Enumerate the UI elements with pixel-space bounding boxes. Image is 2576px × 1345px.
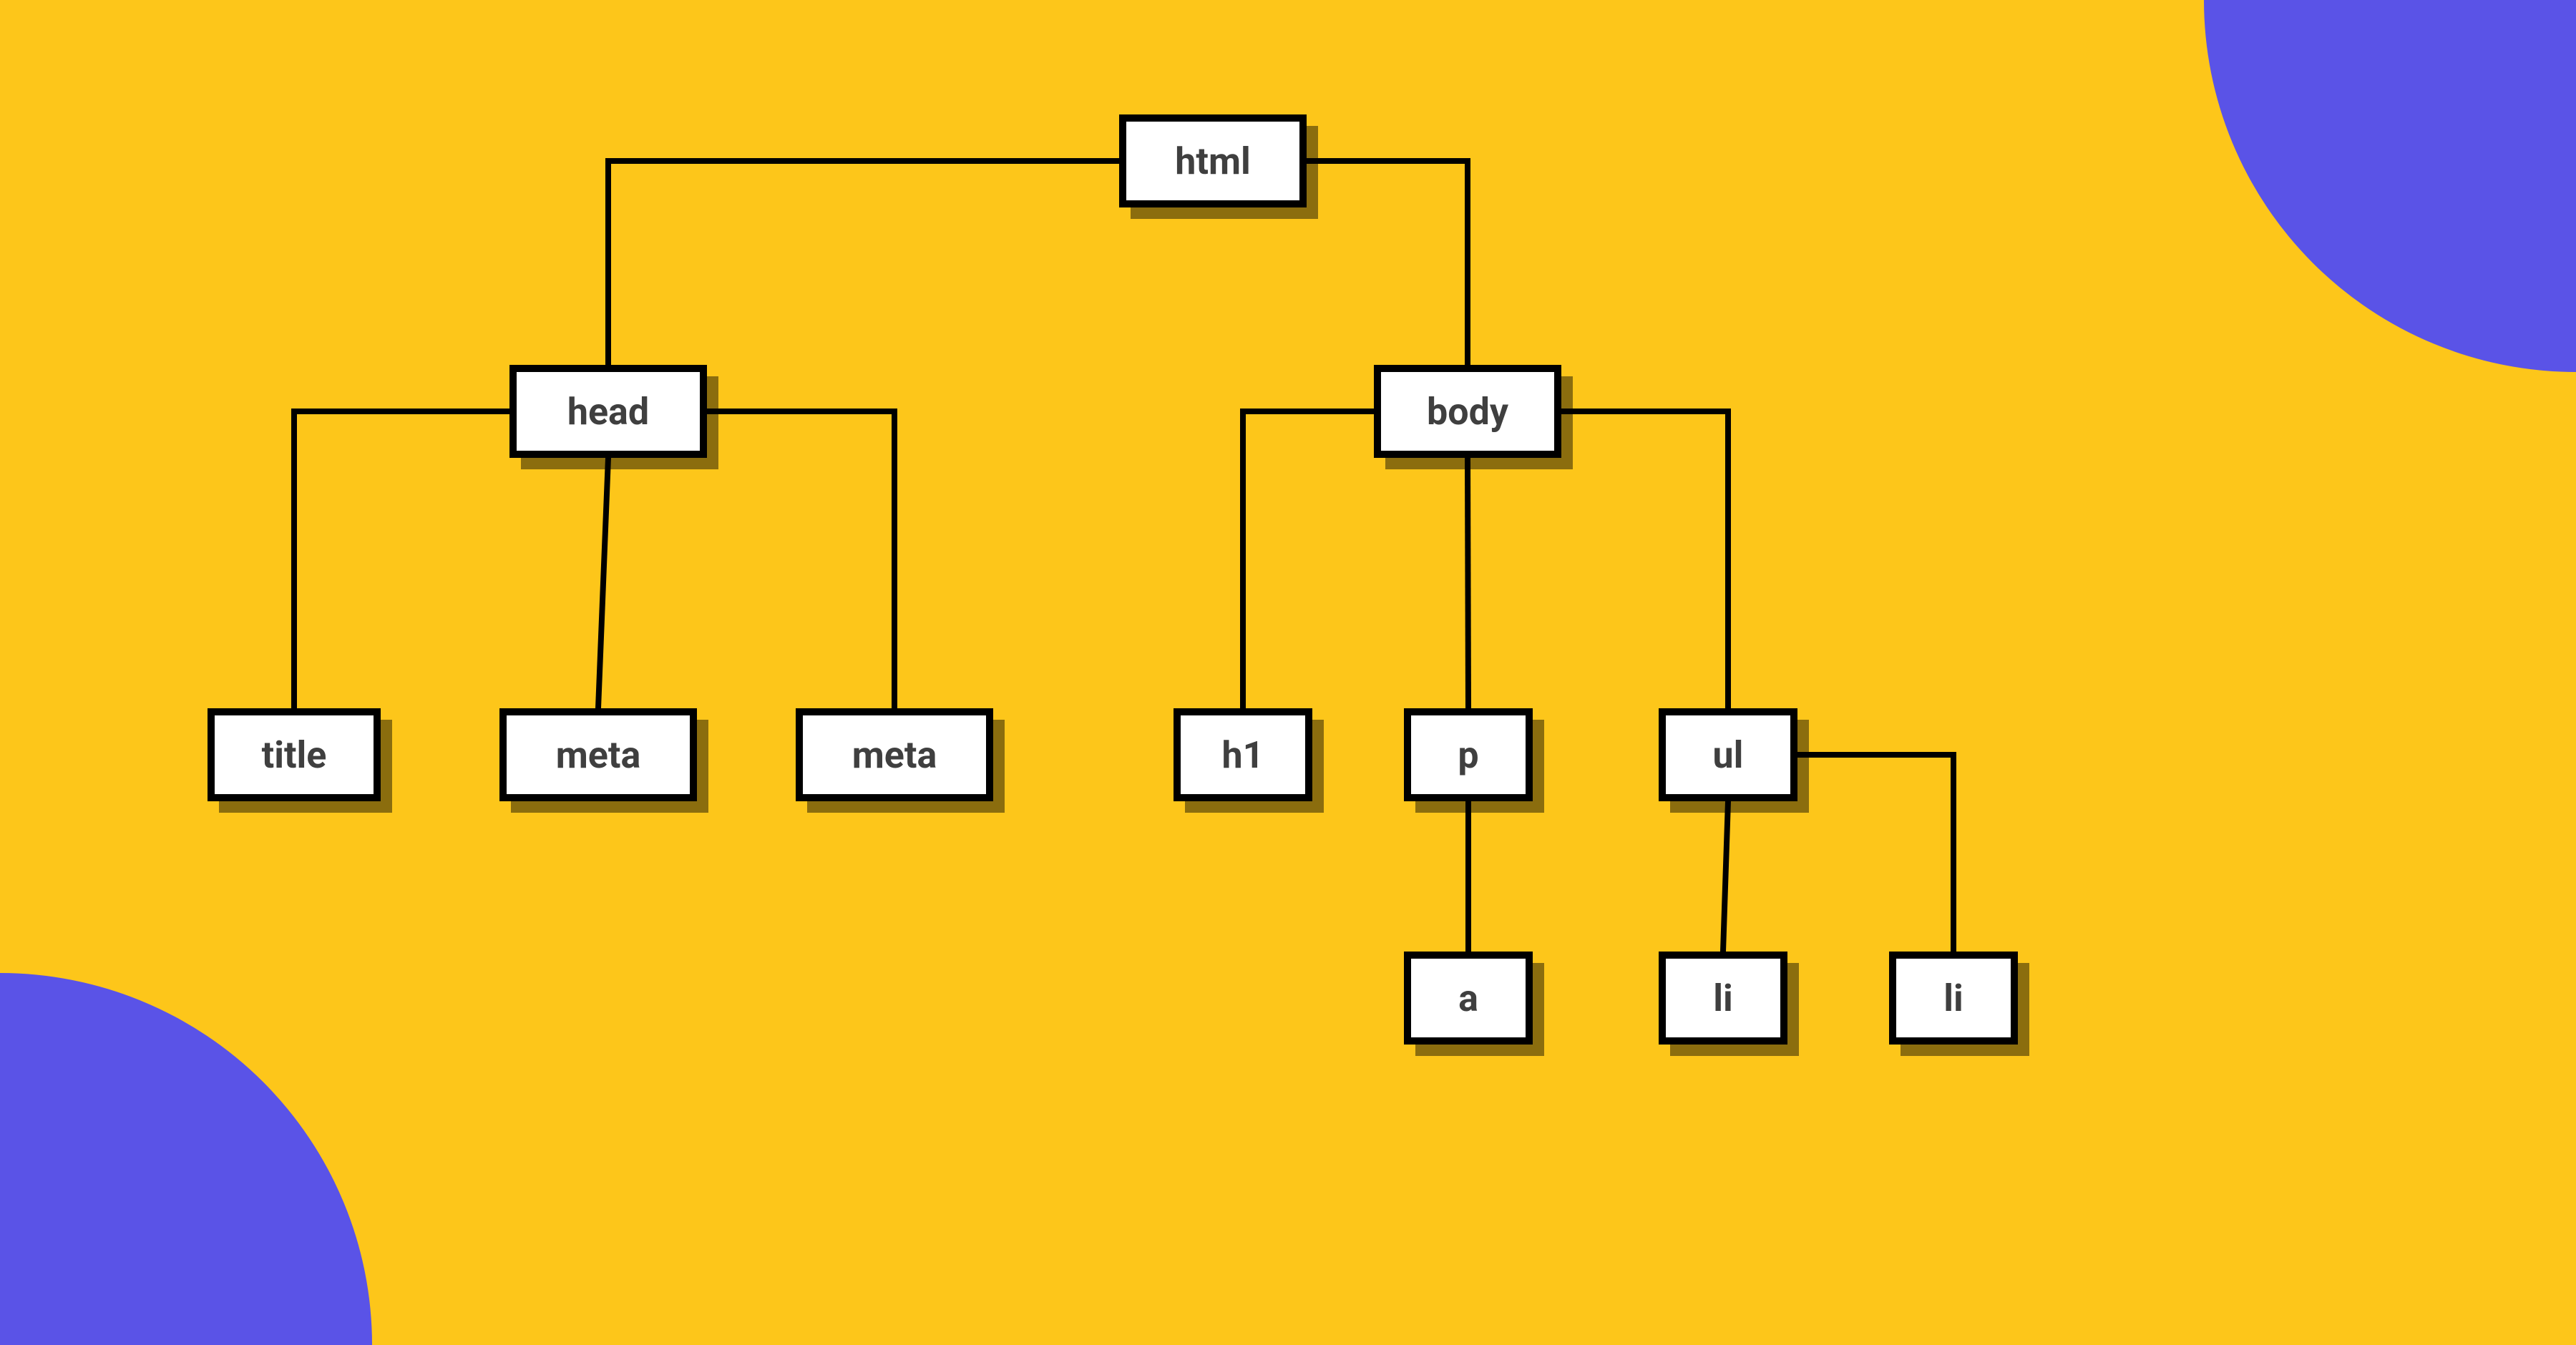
edge-head-to-meta2 [707,411,894,708]
node-ul: ul [1659,708,1797,801]
node-li-2-label: li [1943,977,1963,1020]
node-p-label: p [1458,733,1478,777]
node-h1: h1 [1174,708,1312,801]
node-meta-2: meta [796,708,993,801]
node-title-label: title [262,733,327,777]
node-h1-label: h1 [1222,733,1264,777]
node-li-1: li [1659,952,1787,1045]
edge-body-to-h1 [1243,411,1374,708]
node-li-1-label: li [1713,977,1733,1020]
edge-head-to-meta1 [598,458,608,708]
node-title: title [208,708,381,801]
edge-ul-to-li2 [1797,755,1953,952]
node-meta-1: meta [499,708,697,801]
edge-ul-to-li1 [1723,801,1728,952]
edge-html-to-body [1307,161,1468,365]
node-p: p [1404,708,1533,801]
node-html-label: html [1175,140,1251,183]
node-meta-1-label: meta [556,733,641,777]
node-head: head [509,365,707,458]
node-meta-2-label: meta [852,733,937,777]
edge-html-to-head [608,161,1119,365]
edge-head-to-title [294,411,509,708]
node-li-2: li [1889,952,2018,1045]
node-a-label: a [1458,977,1478,1020]
node-body: body [1374,365,1561,458]
node-body-label: body [1427,390,1508,434]
diagram-canvas: html head body title meta meta h1 p ul a… [0,0,2576,1345]
node-ul-label: ul [1713,733,1744,777]
node-head-label: head [567,390,649,434]
node-html: html [1119,114,1307,207]
node-a: a [1404,952,1533,1045]
edge-body-to-ul [1561,411,1728,708]
